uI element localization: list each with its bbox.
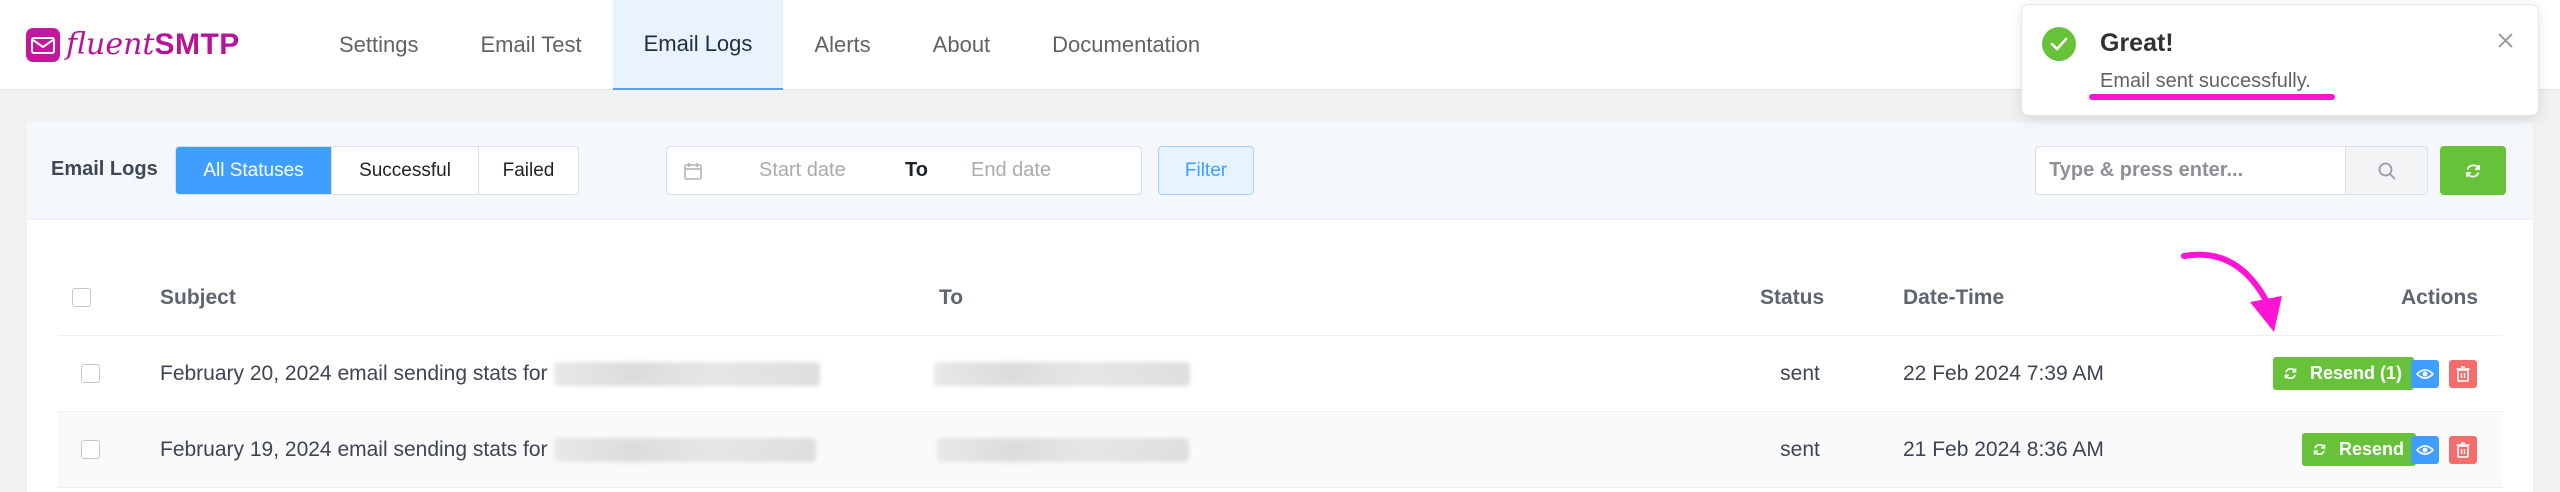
brand-name-smtp: SMTP [154, 27, 240, 61]
row-checkbox[interactable] [81, 364, 100, 383]
date-range-picker[interactable]: Start date To End date [666, 146, 1142, 195]
eye-icon [2416, 444, 2434, 455]
toolbar-title: Email Logs [51, 158, 158, 180]
calendar-icon [683, 161, 703, 181]
eye-icon [2416, 368, 2434, 379]
resend-label: Resend (1) [2310, 363, 2403, 383]
refresh-icon [2284, 367, 2297, 380]
resend-label: Resend [2339, 439, 2405, 459]
row-date-time: 21 Feb 2024 8:36 AM [1903, 437, 2104, 461]
start-date-input[interactable]: Start date [759, 159, 905, 182]
row-status: sent [1780, 437, 1820, 461]
tab-alerts[interactable]: Alerts [783, 0, 901, 90]
tab-settings[interactable]: Settings [308, 0, 450, 90]
status-filter-group: All Statuses Successful Failed [175, 146, 579, 195]
row-subject: February 20, 2024 email sending stats fo… [160, 361, 548, 385]
status-all-button[interactable]: All Statuses [176, 147, 332, 194]
end-date-input[interactable]: End date [971, 159, 1051, 182]
delete-button[interactable] [2449, 435, 2477, 464]
refresh-icon [2313, 443, 2326, 456]
trash-icon [2456, 441, 2470, 458]
search-box [2035, 146, 2428, 195]
view-button[interactable] [2411, 435, 2439, 464]
toast-message: Email sent successfully. [2100, 70, 2311, 92]
table-row: February 20, 2024 email sending stats fo… [58, 336, 2503, 412]
annotation-arrow-icon [2181, 251, 2282, 332]
tab-email-test[interactable]: Email Test [450, 0, 613, 90]
redacted-to-address [934, 361, 1190, 386]
filter-button[interactable]: Filter [1158, 146, 1254, 195]
row-date-time: 22 Feb 2024 7:39 AM [1903, 361, 2104, 385]
envelope-logo-icon [26, 27, 60, 62]
column-status: Status [1760, 285, 1825, 309]
row-subject: February 19, 2024 email sending stats fo… [160, 437, 548, 461]
column-date-time: Date-Time [1903, 285, 2005, 309]
brand-name-fluent: fluent [66, 27, 155, 62]
trash-icon [2456, 365, 2470, 382]
toast-title: Great! [2100, 29, 2174, 57]
tab-documentation[interactable]: Documentation [1021, 0, 1231, 90]
redacted-to-address [937, 437, 1189, 462]
email-logs-table: Subject To Status Date-Time Actions Febr… [58, 260, 2503, 488]
resend-button[interactable]: Resend (1) [2273, 357, 2415, 390]
date-separator: To [905, 159, 928, 181]
status-successful-button[interactable]: Successful [332, 147, 479, 194]
delete-button[interactable] [2449, 359, 2477, 388]
search-input[interactable] [2036, 147, 2345, 194]
row-checkbox[interactable] [81, 440, 100, 459]
column-actions: Actions [2401, 285, 2479, 309]
brand-logo-link[interactable]: fluent SMTP [26, 0, 308, 89]
logs-toolbar: Email Logs All Statuses Successful Faile… [27, 122, 2533, 220]
resend-button[interactable]: Resend [2302, 433, 2417, 466]
close-icon [2498, 33, 2513, 48]
refresh-button[interactable] [2440, 146, 2506, 195]
row-status: sent [1780, 361, 1820, 385]
email-logs-panel: Email Logs All Statuses Successful Faile… [27, 122, 2533, 492]
tab-email-logs[interactable]: Email Logs [612, 0, 784, 90]
success-check-icon [2042, 27, 2076, 61]
search-icon [2378, 162, 2396, 180]
status-failed-button[interactable]: Failed [479, 147, 578, 194]
table-header-row: Subject To Status Date-Time Actions [58, 260, 2503, 336]
refresh-icon [2466, 163, 2480, 178]
view-button[interactable] [2411, 359, 2439, 388]
column-to: To [939, 285, 964, 309]
toast-close-button[interactable] [2497, 32, 2514, 54]
table-row: February 19, 2024 email sending stats fo… [58, 412, 2503, 488]
redacted-recipient [553, 437, 816, 462]
search-button[interactable] [2345, 147, 2427, 194]
select-all-checkbox[interactable] [72, 288, 91, 307]
redacted-recipient [553, 361, 820, 386]
annotation-underline [2089, 94, 2335, 100]
tab-about[interactable]: About [902, 0, 1022, 90]
column-subject: Subject [160, 285, 236, 309]
